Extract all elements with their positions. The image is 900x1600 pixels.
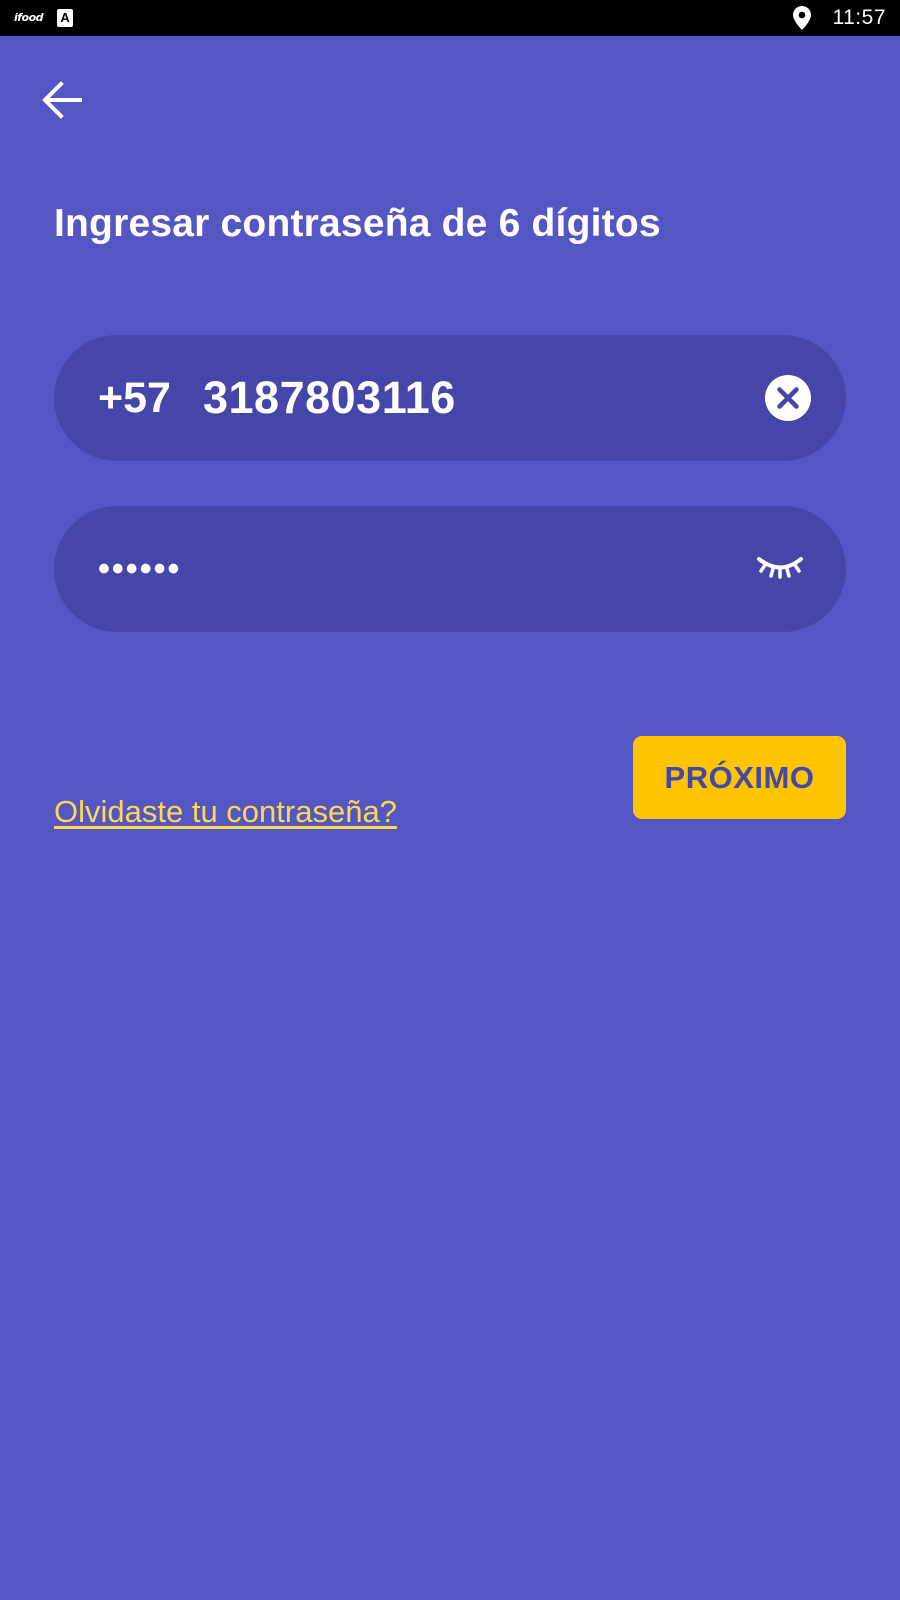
ifood-icon: ifood [14,11,44,24]
toggle-password-visibility-button[interactable] [756,554,804,582]
location-pin-icon [792,6,811,30]
status-bar-left: ifood A [14,8,74,28]
clear-phone-button[interactable] [765,375,811,421]
phone-number-input[interactable]: 3187803116 [203,335,456,461]
arrow-left-icon [42,81,82,119]
password-field[interactable]: •••••• [54,506,846,632]
back-button[interactable] [40,78,84,122]
login-screen: Ingresar contraseña de 6 dígitos +57 318… [0,36,900,1600]
next-button[interactable]: PRÓXIMO [633,736,846,819]
status-bar: ifood A 11:57 [0,0,900,36]
status-time: 11:57 [832,6,886,29]
phone-field[interactable]: +57 3187803116 [54,335,846,461]
text-a-icon: A [57,9,74,27]
country-code[interactable]: +57 [98,335,171,461]
status-bar-right: 11:57 [792,0,887,36]
eye-closed-icon [757,557,803,579]
clear-circle-icon [765,375,811,421]
page-title: Ingresar contraseña de 6 dígitos [54,202,661,245]
forgot-password-link[interactable]: Olvidaste tu contraseña? [54,794,397,830]
password-input[interactable]: •••••• [98,506,181,632]
